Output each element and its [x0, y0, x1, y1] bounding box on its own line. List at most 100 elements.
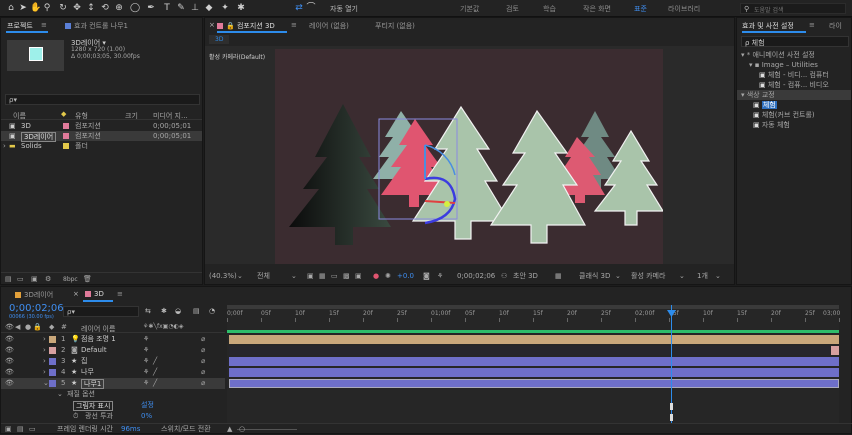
tab-project[interactable]: 프로젝트	[7, 21, 33, 31]
show-snapshot-icon[interactable]: ⚘	[437, 268, 443, 284]
brush-tool-icon[interactable]: ✎	[176, 3, 186, 13]
light-transmission-value[interactable]: 0%	[141, 411, 152, 422]
shy-switch-icon[interactable]: ⚘	[143, 334, 149, 345]
tab-footage[interactable]: 푸티지 (없음)	[375, 21, 415, 31]
material-options-group[interactable]: ⌄ 재질 옵션	[1, 389, 225, 400]
tree-animation-presets[interactable]: ▾ * 애니메이션 사전 설정	[741, 50, 815, 60]
shape-tool-icon[interactable]: ◯	[130, 3, 140, 13]
stopwatch-icon[interactable]: ⏱	[73, 411, 78, 422]
chevron-right-icon[interactable]: ›	[43, 345, 46, 356]
hand-tool-icon[interactable]: ✋	[30, 3, 41, 13]
zoom-tool-icon[interactable]: ⚲	[42, 3, 52, 13]
layer-row-1[interactable]: 👁 › 1 💡 점음 조명 1 ⚘ ⌀	[1, 334, 225, 345]
shy-switch-icon[interactable]: ⚘	[143, 378, 149, 389]
col-size[interactable]: 크기	[125, 111, 138, 121]
chevron-right-icon[interactable]: ›	[3, 141, 6, 151]
panel-menu-icon[interactable]: ≡	[291, 21, 297, 29]
transparency-grid-icon[interactable]: ▦	[319, 268, 326, 284]
tree-image-utilities[interactable]: ▾ ▪ Image – Utilities	[749, 60, 818, 70]
parent-pick-icon[interactable]: ⌀	[201, 378, 205, 389]
col-layer-name[interactable]: 레이어 이름	[81, 324, 115, 334]
parent-pick-icon[interactable]: ⌀	[201, 345, 205, 356]
tab-composition[interactable]: 🔒 컴포지션 3D	[217, 21, 275, 31]
project-item-3d-layer[interactable]: ▣ 3D레이어 컴포지션 0;00;05;01	[1, 131, 202, 142]
settings-icon[interactable]: ⚙	[45, 275, 51, 283]
col-media[interactable]: 미디어 지...	[153, 111, 188, 121]
quality-switch-icon[interactable]: ╱	[153, 367, 157, 378]
layer-switches-icon[interactable]: ▣	[5, 424, 12, 435]
new-comp-icon[interactable]: ▣	[31, 275, 38, 283]
effects-search-input[interactable]: ρ 체험	[741, 36, 849, 47]
draft-3d-toggle[interactable]: 초안 3D	[513, 268, 538, 284]
motion-blur-icon[interactable]: ◔	[209, 307, 215, 315]
comp-canvas[interactable]	[275, 49, 663, 264]
tree-color-correction[interactable]: ▾ 색상 교정	[737, 90, 851, 100]
tree-effect-2[interactable]: ▣ 체험(커브 컨트롤)	[753, 110, 815, 120]
mask-icon[interactable]: ▭	[331, 268, 338, 284]
chevron-down-icon[interactable]: ⌄	[237, 268, 243, 284]
quality-switch-icon[interactable]: ╱	[153, 378, 157, 389]
zoom-select[interactable]: (40.3%)	[209, 268, 237, 284]
3d-ground-icon[interactable]: ▦	[555, 268, 562, 284]
camera-icon[interactable]: ◙	[423, 268, 430, 284]
tree-effect-1[interactable]: ▣ 체험	[753, 100, 777, 110]
anchor-tool-icon[interactable]: ⊕	[114, 3, 124, 13]
folder-new-icon[interactable]: ▭	[17, 275, 24, 283]
layer-bar-5[interactable]	[229, 379, 839, 388]
draft-3d-icon[interactable]: ✱	[161, 307, 167, 315]
chevron-down-icon[interactable]: ⌄	[43, 378, 49, 389]
tree-preset-2[interactable]: ▣ 체험 - 컴퓨... 비디오	[759, 80, 829, 90]
tab-libraries[interactable]: 라이	[829, 21, 842, 31]
project-item-3d[interactable]: ▣ 3D 컴포지션 0;00;05;01	[1, 121, 202, 131]
workspace-standard[interactable]: 표준	[634, 4, 647, 14]
panel-menu-icon[interactable]: ≡	[41, 21, 47, 29]
layer-row-2[interactable]: 👁 › 2 ◙ Default ⚘ ⌀	[1, 345, 225, 356]
layer-row-5[interactable]: 👁 ⌄ 5 ★ 나무1 ⚘ ╱ ⌀	[1, 378, 225, 389]
col-name[interactable]: 이름	[13, 111, 26, 121]
exposure-value[interactable]: +0.0	[397, 268, 414, 284]
project-search-input[interactable]: ρ▾	[5, 94, 200, 105]
timecode-display[interactable]: 0;00;02;06	[457, 268, 495, 284]
zoom-slider[interactable]	[237, 429, 297, 430]
eraser-tool-icon[interactable]: ◆	[204, 3, 214, 13]
tab-timeline-3d[interactable]: 3D	[85, 290, 104, 298]
home-icon[interactable]: ⌂	[6, 3, 16, 13]
chevron-down-icon[interactable]: ⌄	[715, 268, 721, 284]
frame-blend-icon[interactable]: ▤	[193, 307, 200, 315]
time-ruler[interactable]: 0;00f 05f 10f 15f 20f 25f 01;00f 05f 10f 15f 20f 25…	[227, 310, 840, 322]
help-search-input[interactable]: ⚲ 도움말 검색	[740, 3, 846, 14]
chevron-right-icon[interactable]: ›	[43, 356, 46, 367]
shy-switch-icon[interactable]: ⚘	[143, 367, 149, 378]
viewer-area[interactable]: 활성 카메라(Default)	[205, 46, 734, 264]
snap-options-icon[interactable]: ⌒	[306, 3, 316, 13]
orbit-tool-icon[interactable]: ↻	[58, 3, 68, 13]
label-chip[interactable]	[49, 336, 56, 343]
pen-tool-icon[interactable]: ✒	[146, 3, 156, 13]
timeline-search-input[interactable]: ρ▾	[63, 306, 139, 317]
panel-menu-icon[interactable]: ≡	[117, 290, 123, 298]
parent-pick-icon[interactable]: ⌀	[201, 334, 205, 345]
close-icon[interactable]: ×	[73, 290, 79, 298]
workspace-libraries[interactable]: 라이브러리	[668, 4, 700, 14]
parent-pick-icon[interactable]: ⌀	[201, 367, 205, 378]
tab-timeline-3d-layer[interactable]: 3D레이어	[15, 290, 53, 300]
chevron-down-icon[interactable]: ⌄	[57, 389, 63, 400]
visibility-icon[interactable]: 👁	[5, 334, 14, 345]
chevron-down-icon[interactable]: ⌄	[291, 268, 297, 284]
timecode-display[interactable]: 0;00;02;06	[9, 303, 64, 314]
panel-menu-icon[interactable]: ≡	[809, 21, 815, 29]
transfer-controls-icon[interactable]: ▤	[17, 424, 24, 435]
dolly-tool-icon[interactable]: ↕	[86, 3, 96, 13]
layer-bar-4[interactable]	[229, 368, 839, 377]
close-icon[interactable]: ×	[209, 21, 215, 29]
view-select[interactable]: 활성 카메라	[631, 268, 665, 284]
chevron-right-icon[interactable]: ›	[43, 334, 46, 345]
tab-effect-controls[interactable]: 효과 컨트롤 나무1	[65, 21, 128, 31]
rotate-tool-icon[interactable]: ⟲	[100, 3, 110, 13]
visibility-icon[interactable]: 👁	[5, 367, 14, 378]
chevron-down-icon[interactable]: ⌄	[615, 268, 621, 284]
tab-effects-presets[interactable]: 효과 및 사전 설정	[742, 21, 794, 31]
chevron-right-icon[interactable]: ›	[43, 367, 46, 378]
parent-pick-icon[interactable]: ⌀	[201, 356, 205, 367]
layer-bar-3[interactable]	[229, 357, 839, 366]
